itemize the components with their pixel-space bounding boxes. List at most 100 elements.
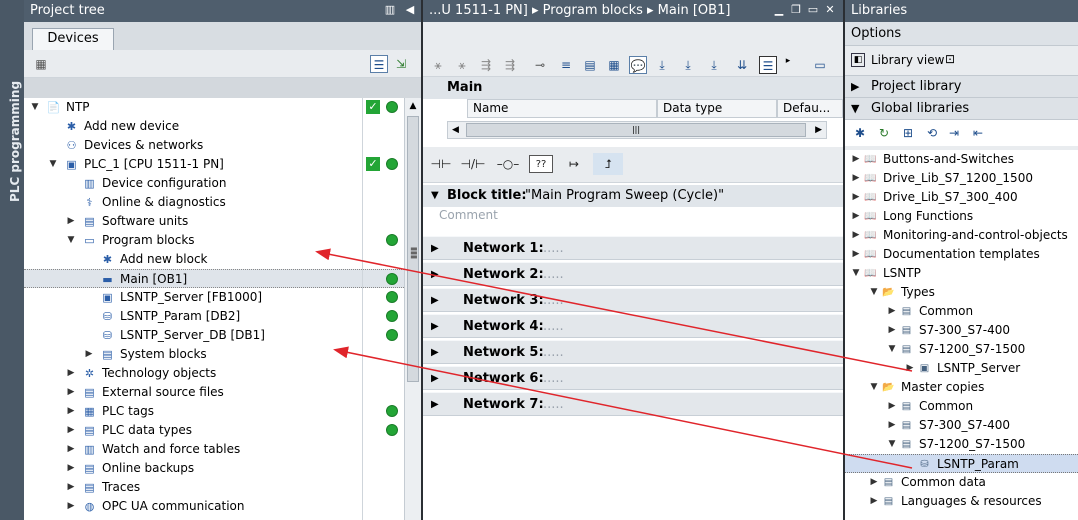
expand-icon[interactable]: ▶ (66, 383, 76, 402)
expand-icon[interactable]: ▶ (887, 321, 897, 340)
maximize-icon[interactable]: ⇲ (392, 55, 410, 73)
scroll-thumb[interactable]: ▬ ▬ ▬ (407, 116, 419, 382)
collapse-icon[interactable]: ▼ (30, 98, 40, 117)
scroll-right-icon[interactable]: ▶ (815, 122, 822, 138)
library-view-button[interactable]: Library view (871, 53, 944, 67)
download-icon[interactable]: ⤓ (653, 56, 671, 74)
lib-drive-1200-1500[interactable]: ▶ 📖 Drive_Lib_S7_1200_1500 (845, 169, 1078, 188)
block-title-row[interactable]: ▼ Block title: "Main Program Sweep (Cycl… (423, 185, 843, 207)
detail-view-icon[interactable]: ☰ (370, 55, 388, 73)
tab-devices[interactable]: Devices (32, 28, 114, 50)
block-title-collapse-icon[interactable]: ▼ (431, 185, 439, 207)
lib-lsntp-server[interactable]: ▶ ▣ LSNTP_Server (845, 359, 1078, 378)
update-library-icon[interactable]: ⟲ (923, 124, 941, 142)
list-icon[interactable]: ≡ (557, 56, 575, 74)
network-expand-icon[interactable]: ▶ (431, 367, 439, 391)
network-expand-icon[interactable]: ▶ (431, 341, 439, 365)
tree-item-device-configuration[interactable]: ▥ Device configuration (24, 174, 404, 193)
lib-mc-common[interactable]: ▶ ▤ Common (845, 397, 1078, 416)
expand-icon[interactable]: ▶ (887, 416, 897, 435)
network-expand-icon[interactable]: ▶ (431, 289, 439, 313)
network-comment[interactable]: ..... (543, 237, 564, 261)
lib-types-common[interactable]: ▶ ▤ Common (845, 302, 1078, 321)
restore-icon[interactable]: ❐ (790, 4, 802, 16)
tree-item-devices-networks[interactable]: ⚇ Devices & networks (24, 136, 404, 155)
project-library-expand-icon[interactable]: ▶ (851, 76, 859, 98)
expand-icon[interactable]: ▶ (851, 207, 861, 226)
tree-item-system-blocks[interactable]: ▶ ▤ System blocks (24, 345, 404, 364)
monitor-icon[interactable]: ⤓ (705, 56, 723, 74)
collapse-icon[interactable]: ▼ (887, 340, 897, 359)
collapse-icon[interactable]: ▼ (66, 231, 76, 250)
expand-icon[interactable]: ▶ (66, 364, 76, 383)
network-expand-icon[interactable]: ▶ (431, 393, 439, 417)
network-comment[interactable]: ..... (543, 393, 564, 417)
collapse-icon[interactable]: ▼ (48, 155, 58, 174)
tree-item-plc-1[interactable]: ▼ ▣ PLC_1 [CPU 1511-1 PN] ✓ (24, 155, 404, 174)
tree-item-technology-objects[interactable]: ▶ ✲ Technology objects (24, 364, 404, 383)
tree-item-add-new-block[interactable]: ✱ Add new block (24, 250, 404, 269)
network-expand-icon[interactable]: ▶ (431, 263, 439, 287)
tree-item-add-new-device[interactable]: ✱ Add new device (24, 117, 404, 136)
tree-item-plc-tags[interactable]: ▶ ▦ PLC tags (24, 402, 404, 421)
lib-drive-300-400[interactable]: ▶ 📖 Drive_Lib_S7_300_400 (845, 188, 1078, 207)
expand-icon[interactable]: ▶ (66, 440, 76, 459)
lib-types-s7-300[interactable]: ▶ ▤ S7-300_S7-400 (845, 321, 1078, 340)
column-default[interactable]: Defau... (777, 99, 843, 118)
expand-icon[interactable]: ▶ (851, 150, 861, 169)
split-view-icon[interactable]: ▥ (384, 4, 396, 16)
network-comment[interactable]: ..... (543, 367, 564, 391)
tree-item-online-diagnostics[interactable]: ⚕ Online & diagnostics (24, 193, 404, 212)
expand-icon[interactable]: ▶ (66, 402, 76, 421)
collapse-icon[interactable]: ▼ (887, 435, 897, 454)
expand-icon[interactable]: ▶ (851, 188, 861, 207)
column-data-type[interactable]: Data type (657, 99, 777, 118)
tree-item-plc-data-types[interactable]: ▶ ▤ PLC data types (24, 421, 404, 440)
lib-buttons-switches[interactable]: ▶ 📖 Buttons-and-Switches (845, 150, 1078, 169)
expand-icon[interactable]: ▶ (869, 473, 879, 492)
lib-types[interactable]: ▼ 📂 Types (845, 283, 1078, 302)
lib-lsntp[interactable]: ▼ 📖 LSNTP (845, 264, 1078, 283)
expand-icon[interactable]: ▶ (887, 302, 897, 321)
save-library-icon[interactable]: ⊞ (899, 124, 917, 142)
export-library-icon[interactable]: ⇥ (945, 124, 963, 142)
expand-icon[interactable]: ▶ (851, 245, 861, 264)
overview-icon[interactable]: ▦ (32, 55, 50, 73)
plug-icon[interactable]: ⊸ (531, 56, 549, 74)
library-view-icon[interactable]: ◧ (851, 53, 865, 67)
tree-item-traces[interactable]: ▶ ▤ Traces (24, 478, 404, 497)
expand-icon[interactable]: ▶ (66, 497, 76, 516)
expand-icon[interactable]: ▶ (905, 359, 915, 378)
scroll-up-icon[interactable]: ▲ (405, 98, 421, 114)
network-6[interactable]: ▶ Network 6:..... (423, 366, 843, 390)
interface-hscrollbar[interactable]: ◀ ||| ▶ (447, 121, 827, 139)
expand-icon[interactable]: ▶ (66, 459, 76, 478)
collapse-icon[interactable]: ▼ (869, 283, 879, 302)
panel-icon[interactable]: ▭ (811, 56, 829, 74)
empty-box-icon[interactable]: ?? (529, 155, 553, 173)
lib-types-s7-1200[interactable]: ▼ ▤ S7-1200_S7-1500 (845, 340, 1078, 359)
lib-common-data[interactable]: ▶ ▤ Common data (845, 473, 1078, 492)
tree-item-lsntp-server-db[interactable]: ⛁ LSNTP_Server_DB [DB1] (24, 326, 404, 345)
expand-icon[interactable]: ▶ (66, 478, 76, 497)
lib-languages-resources[interactable]: ▶ ▤ Languages & resources (845, 492, 1078, 511)
network-expand-icon[interactable]: ▶ (431, 237, 439, 261)
nc-contact-icon[interactable]: ⊣/⊢ (459, 153, 487, 175)
comment-icon[interactable]: 💬 (629, 56, 647, 74)
tree-item-watch-force-tables[interactable]: ▶ ▥ Watch and force tables (24, 440, 404, 459)
more-icon[interactable]: ▸ (779, 52, 797, 70)
tree-item-program-blocks[interactable]: ▼ ▭ Program blocks (24, 231, 404, 250)
block-title-value[interactable]: "Main Program Sweep (Cycle)" (525, 185, 724, 207)
close-branch-icon[interactable]: ⮥ (593, 153, 623, 175)
global-libraries-section[interactable]: ▼ Global libraries (845, 98, 1078, 120)
lib-long-functions[interactable]: ▶ 📖 Long Functions (845, 207, 1078, 226)
expand-icon[interactable]: ▶ (66, 421, 76, 440)
lib-monitoring-control[interactable]: ▶ 📖 Monitoring-and-control-objects (845, 226, 1078, 245)
minimize-icon[interactable]: ▁ (773, 4, 785, 16)
network-1[interactable]: ▶ Network 1:..... (423, 236, 843, 260)
network-comment[interactable]: ..... (543, 289, 564, 313)
project-library-section[interactable]: ▶ Project library (845, 76, 1078, 98)
expand-icon[interactable]: ▶ (84, 345, 94, 364)
tree-item-software-units[interactable]: ▶ ▤ Software units (24, 212, 404, 231)
lib-documentation-templates[interactable]: ▶ 📖 Documentation templates (845, 245, 1078, 264)
